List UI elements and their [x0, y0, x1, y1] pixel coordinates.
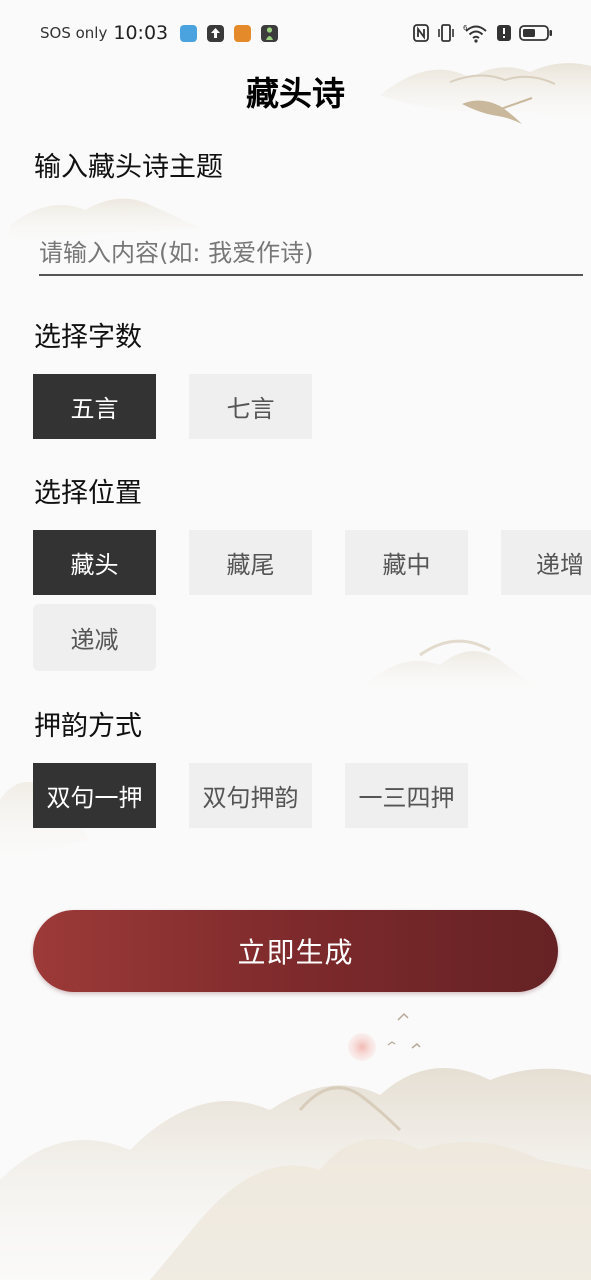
position-section-label: 选择位置 [34, 478, 142, 509]
nfc-icon [413, 24, 429, 42]
photo-app-icon [180, 24, 198, 42]
status-left: SOS only 10:03 [40, 20, 279, 46]
rhyme-section-label: 押韵方式 [34, 711, 142, 742]
figure-app-icon [261, 24, 279, 42]
carrier-text: SOS only [40, 24, 108, 42]
chip-position-tail[interactable]: 藏尾 [189, 530, 312, 595]
topic-section-label: 输入藏头诗主题 [34, 152, 223, 183]
chip-position-decreasing[interactable]: 递减 [33, 604, 156, 671]
chip-position-middle[interactable]: 藏中 [345, 530, 468, 595]
word-count-section-label: 选择字数 [34, 322, 142, 353]
wifi-6-icon: 6 [463, 24, 487, 43]
vibrate-icon [438, 24, 454, 42]
alert-icon [497, 25, 511, 41]
chip-rhyme-double[interactable]: 双句押韵 [189, 763, 312, 828]
topic-input[interactable] [39, 232, 583, 276]
battery-icon [519, 25, 552, 41]
novel-app-icon [234, 24, 252, 42]
chip-position-head[interactable]: 藏头 [33, 530, 156, 595]
chip-position-increasing[interactable]: 递增 [501, 530, 591, 595]
status-bar: SOS only 10:03 6 [0, 0, 591, 66]
chip-rhyme-one-three-four[interactable]: 一三四押 [345, 763, 468, 828]
generate-button[interactable]: 立即生成 [33, 910, 558, 992]
chip-rhyme-double-one[interactable]: 双句一押 [33, 763, 156, 828]
chip-seven-character[interactable]: 七言 [189, 374, 312, 439]
status-right: 6 [413, 20, 553, 46]
page-title: 藏头诗 [246, 74, 345, 113]
upload-app-icon [207, 24, 225, 42]
clock-text: 10:03 [113, 22, 169, 44]
chip-five-character[interactable]: 五言 [33, 374, 156, 439]
svg-text:6: 6 [463, 24, 468, 32]
